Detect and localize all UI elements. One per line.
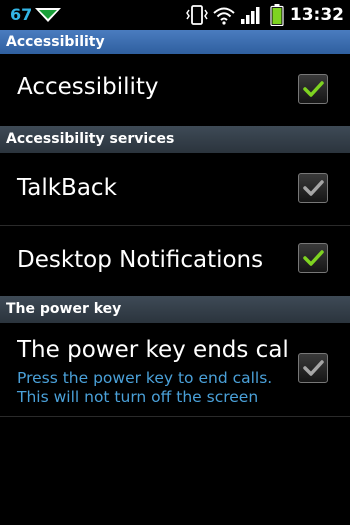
wifi-icon [213, 7, 235, 25]
check-icon [303, 360, 324, 376]
vibrate-icon [186, 5, 208, 25]
page-title: Accessibility [6, 34, 105, 50]
status-time: 13:32 [289, 5, 344, 25]
check-icon [303, 180, 324, 196]
power-key-summary-line1: Press the power key to end calls. [17, 369, 273, 387]
accessibility-title: Accessibility [17, 74, 159, 100]
desktop-notifications-title: Desktop Notifications [17, 247, 264, 273]
section-header-services: Accessibility services [0, 126, 350, 153]
section-label-services: Accessibility services [6, 131, 175, 147]
notification-icon [35, 8, 61, 22]
check-icon [303, 250, 324, 266]
talkback-row[interactable]: TalkBack [0, 153, 350, 226]
talkback-title: TalkBack [17, 175, 117, 201]
notification-count: 67 [10, 5, 33, 24]
accessibility-checkbox[interactable] [298, 74, 328, 104]
status-bar: 67 13:32 [0, 0, 350, 30]
section-label-power: The power key [6, 301, 122, 317]
battery-icon [270, 4, 284, 26]
signal-icon [241, 7, 260, 24]
talkback-checkbox[interactable] [298, 173, 328, 203]
power-key-title: The power key ends calls [17, 337, 289, 363]
check-icon [303, 81, 324, 97]
power-key-checkbox[interactable] [298, 353, 328, 383]
power-key-summary-line2: This will not turn off the screen [17, 388, 259, 406]
desktop-notifications-checkbox[interactable] [298, 243, 328, 273]
power-key-row[interactable]: The power key ends calls Press the power… [0, 323, 350, 417]
section-header-power: The power key [0, 296, 350, 323]
title-bar: Accessibility [0, 30, 350, 54]
desktop-notifications-row[interactable]: Desktop Notifications [0, 226, 350, 297]
accessibility-row[interactable]: Accessibility [0, 54, 350, 127]
